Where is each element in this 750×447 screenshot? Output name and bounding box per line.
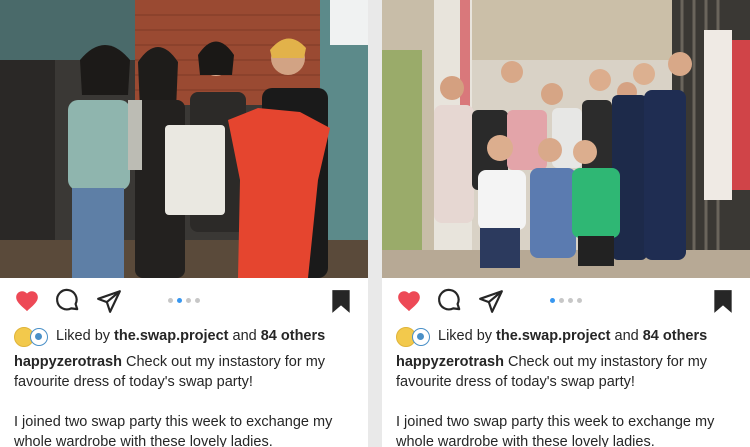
heart-icon[interactable] [14, 288, 40, 314]
likes-others-count[interactable]: 84 others [643, 328, 707, 344]
comment-icon[interactable] [55, 288, 81, 314]
share-icon[interactable] [478, 288, 504, 314]
post-actions-bar [0, 278, 368, 324]
post-actions-bar [382, 278, 750, 324]
heart-icon[interactable] [396, 288, 422, 314]
likes-and: and [614, 328, 639, 344]
avatar[interactable] [412, 328, 430, 346]
likes-others-count[interactable]: 84 others [261, 328, 325, 344]
group-photo-four-women [0, 0, 368, 278]
carousel-dot [168, 298, 173, 303]
liker-avatars [14, 325, 56, 347]
share-icon[interactable] [96, 288, 122, 314]
likes-prefix: Liked by [56, 328, 111, 344]
instagram-post-left: Liked by the.swap.project and 84 others … [0, 0, 368, 447]
carousel-indicator [550, 298, 582, 303]
liked-by-username[interactable]: the.swap.project [496, 328, 610, 344]
carousel-dot [568, 298, 573, 303]
carousel-indicator [168, 298, 200, 303]
caption-extra-text: I joined two swap party this week to exc… [396, 414, 715, 447]
post-caption: happyzerotrash Check out my instastory f… [382, 348, 750, 447]
avatar[interactable] [30, 328, 48, 346]
comment-icon[interactable] [437, 288, 463, 314]
group-photo-swap-party [382, 0, 750, 278]
caption-username[interactable]: happyzerotrash [396, 354, 504, 370]
carousel-dot [186, 298, 191, 303]
carousel-dot [577, 298, 582, 303]
likes-line: Liked by the.swap.project and 84 others [0, 324, 368, 348]
likes-and: and [232, 328, 257, 344]
liker-avatars [396, 325, 438, 347]
instagram-post-right: Liked by the.swap.project and 84 others … [382, 0, 750, 447]
caption-extra-text: I joined two swap party this week to exc… [14, 414, 333, 447]
caption-username[interactable]: happyzerotrash [14, 354, 122, 370]
post-caption: happyzerotrash Check out my instastory f… [0, 348, 368, 447]
carousel-dot-active [177, 298, 182, 303]
screenshot: Liked by the.swap.project and 84 others … [0, 0, 750, 447]
carousel-dot [195, 298, 200, 303]
carousel-dot [559, 298, 564, 303]
post-photo[interactable] [0, 0, 368, 278]
carousel-dot-active [550, 298, 555, 303]
post-photo[interactable] [382, 0, 750, 278]
bookmark-icon[interactable] [710, 288, 736, 314]
likes-prefix: Liked by [438, 328, 493, 344]
liked-by-username[interactable]: the.swap.project [114, 328, 228, 344]
bookmark-icon[interactable] [328, 288, 354, 314]
likes-line: Liked by the.swap.project and 84 others [382, 324, 750, 348]
